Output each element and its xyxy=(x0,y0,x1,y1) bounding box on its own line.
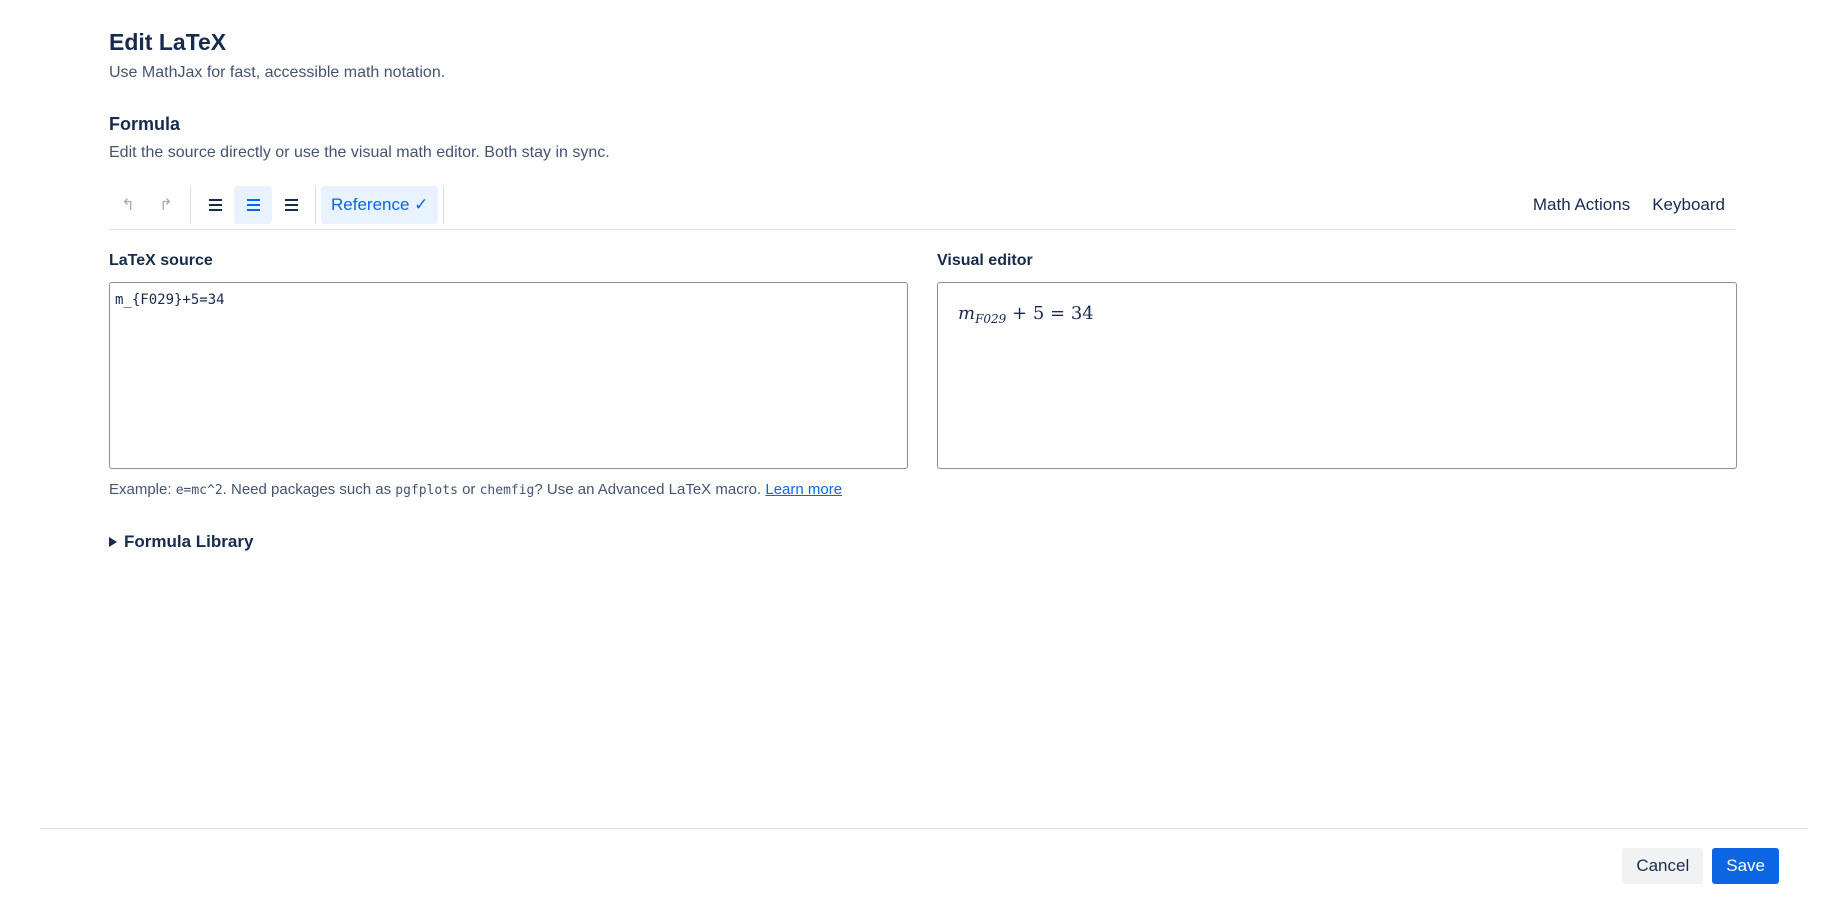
math-expression-rest: + 5 = 34 xyxy=(1006,303,1094,324)
footer-divider xyxy=(40,828,1808,829)
latex-source-input[interactable]: m_{F029}+5=34 xyxy=(109,282,908,469)
reference-group: Reference ✓ xyxy=(321,186,439,224)
align-right-button[interactable] xyxy=(272,186,310,224)
align-center-icon xyxy=(246,199,260,211)
reference-toggle-button[interactable]: Reference ✓ xyxy=(321,186,439,224)
hint-text: ? Use an Advanced LaTeX macro. xyxy=(534,481,766,498)
hint-package-pgfplots: pgfplots xyxy=(395,483,458,498)
latex-hint: Example: e=mc^2. Need packages such as p… xyxy=(109,481,842,500)
math-subscript: F029 xyxy=(975,312,1007,326)
toolbar-right-group: Math Actions Keyboard xyxy=(1522,186,1736,224)
align-left-icon xyxy=(208,199,222,211)
alignment-group xyxy=(196,186,310,224)
undo-icon: ↰ xyxy=(121,197,135,214)
formula-title: Formula xyxy=(109,114,181,134)
edit-latex-dialog: Edit LaTeX Use MathJax for fast, accessi… xyxy=(0,0,1840,900)
history-group: ↰ ↱ xyxy=(109,186,185,224)
redo-button[interactable]: ↱ xyxy=(147,186,185,224)
align-right-icon xyxy=(284,199,298,211)
toolbar-divider xyxy=(190,186,191,224)
align-center-button[interactable] xyxy=(234,186,272,224)
hint-text: . Need packages such as xyxy=(222,481,396,498)
hint-prefix: Example: xyxy=(109,481,176,498)
latex-source-value: m_{F029}+5=34 xyxy=(115,292,225,308)
cancel-button[interactable]: Cancel xyxy=(1622,848,1704,884)
formula-description: Edit the source directly or use the visu… xyxy=(109,144,610,161)
math-actions-button[interactable]: Math Actions xyxy=(1522,186,1641,224)
dialog-title: Edit LaTeX xyxy=(109,29,227,55)
math-variable: m xyxy=(958,303,976,324)
align-left-button[interactable] xyxy=(196,186,234,224)
hint-package-chemfig: chemfig xyxy=(479,483,535,498)
dialog-subtitle: Use MathJax for fast, accessible math no… xyxy=(109,64,446,81)
toolbar-divider xyxy=(443,186,445,224)
visual-editor-label: Visual editor xyxy=(937,252,1033,269)
hint-example-code: e=mc^2 xyxy=(175,483,223,498)
keyboard-button[interactable]: Keyboard xyxy=(1641,186,1736,224)
formula-library-label: Formula Library xyxy=(124,532,254,551)
hint-text: or xyxy=(457,481,480,498)
formula-section: Formula Edit the source directly or use … xyxy=(109,112,610,163)
dialog-header: Edit LaTeX Use MathJax for fast, accessi… xyxy=(109,28,445,83)
redo-icon: ↱ xyxy=(159,197,173,214)
visual-math-editor[interactable]: mF029 + 5 = 34 xyxy=(937,282,1737,469)
undo-button[interactable]: ↰ xyxy=(109,186,147,224)
expand-triangle-icon xyxy=(109,537,117,547)
toolbar-divider xyxy=(315,186,316,224)
latex-source-label: LaTeX source xyxy=(109,252,213,269)
formula-library-toggle[interactable]: Formula Library xyxy=(109,532,253,552)
learn-more-link[interactable]: Learn more xyxy=(765,481,842,498)
save-button[interactable]: Save xyxy=(1712,848,1779,884)
dialog-footer: Cancel Save xyxy=(1622,848,1779,884)
formula-toolbar: ↰ ↱ Reference ✓ Math Actions Keyboard xyxy=(109,186,1736,230)
